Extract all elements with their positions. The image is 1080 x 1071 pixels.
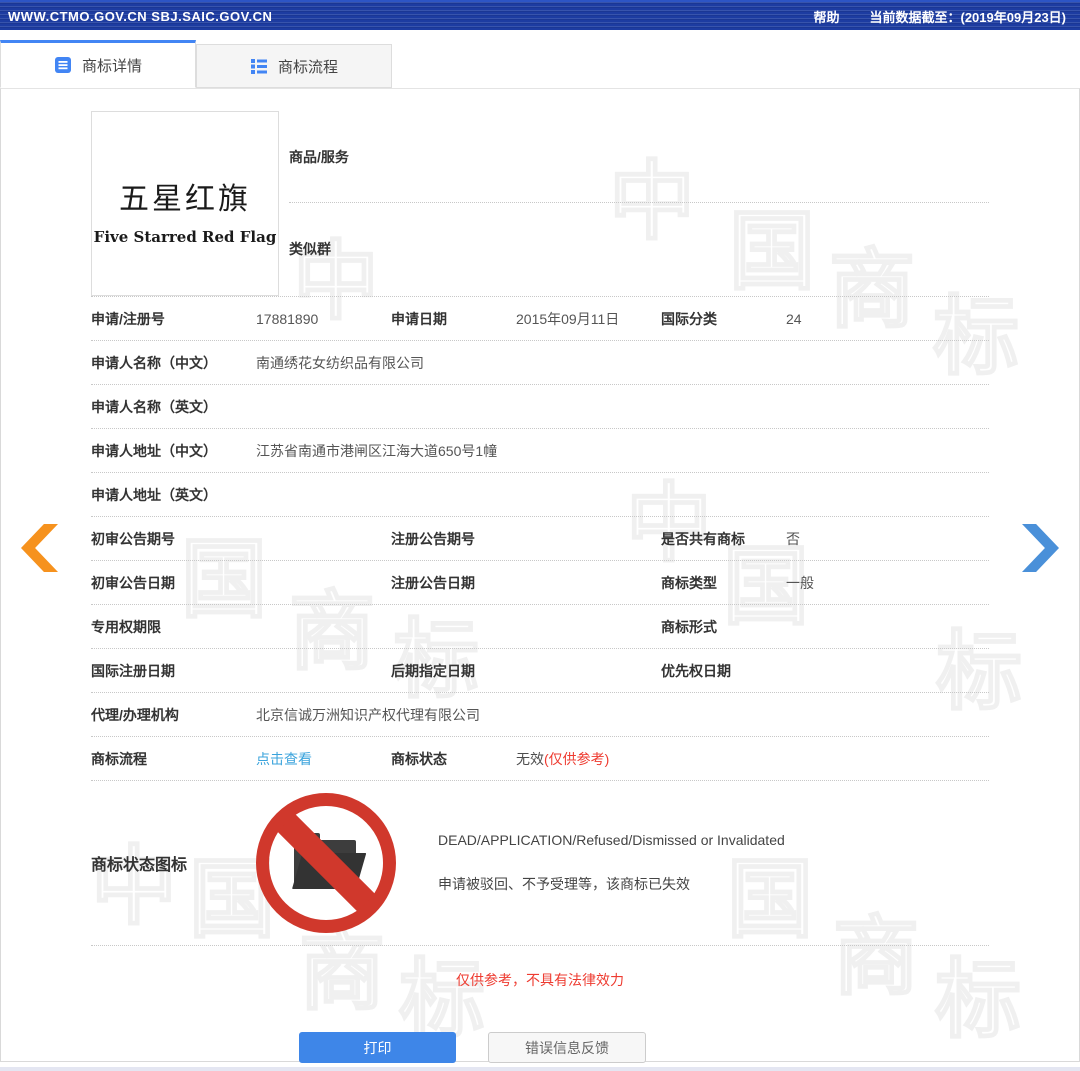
field-label: 商标形式: [661, 617, 786, 637]
status-line-en: DEAD/APPLICATION/Refused/Dismissed or In…: [438, 832, 785, 848]
table-row: 申请人地址（中文）江苏省南通市港闸区江海大道650号1幢: [91, 429, 989, 473]
field-label: 优先权日期: [661, 661, 786, 681]
document-icon: [54, 56, 72, 74]
bottom-strip: [0, 1067, 1080, 1071]
field-value: 一般: [786, 573, 814, 593]
field-value: 24: [786, 311, 802, 327]
field-label: 申请人名称（中文）: [91, 353, 256, 373]
list-icon: [250, 57, 268, 75]
error-feedback-button[interactable]: 错误信息反馈: [488, 1032, 646, 1063]
field-label: 商标类型: [661, 573, 786, 593]
field-label: 是否共有商标: [661, 529, 786, 549]
prohibition-circle: [256, 793, 396, 933]
field-label: 初审公告日期: [91, 573, 256, 593]
field-label: 专用权期限: [91, 617, 256, 637]
table-row: 初审公告期号 注册公告期号 是否共有商标否: [91, 517, 989, 561]
legal-disclaimer: 仅供参考，不具有法律效力: [91, 970, 989, 990]
table-row: 国际注册日期 后期指定日期 优先权日期: [91, 649, 989, 693]
field-value: 北京信诚万洲知识产权代理有限公司: [256, 705, 480, 725]
table-row: 代理/办理机构北京信诚万洲知识产权代理有限公司: [91, 693, 989, 737]
field-label: 后期指定日期: [391, 661, 516, 681]
field-value: 江苏省南通市港闸区江海大道650号1幢: [256, 441, 497, 461]
tab-trademark-detail-label: 商标详情: [82, 55, 142, 76]
field-label: 国际注册日期: [91, 661, 256, 681]
tab-trademark-detail[interactable]: 商标详情: [0, 40, 196, 88]
field-label: 注册公告日期: [391, 573, 516, 593]
field-label: 商标流程: [91, 749, 256, 769]
tab-bar: 商标详情 商标流程: [0, 30, 1080, 88]
trademark-name-en: Five Starred Red Flag: [92, 228, 278, 246]
status-icon-row: 商标状态图标 DEAD/APPLICATION/Refused/Dismisse…: [91, 781, 989, 946]
trademark-top-section: 五星红旗 Five Starred Red Flag 商品/服务 类似群: [91, 111, 989, 297]
table-row: 专用权期限 商标形式: [91, 605, 989, 649]
table-row: 申请人地址（英文）: [91, 473, 989, 517]
site-urls-link[interactable]: WWW.CTMO.GOV.CN SBJ.SAIC.GOV.CN: [0, 9, 272, 24]
status-description: DEAD/APPLICATION/Refused/Dismissed or In…: [438, 832, 785, 894]
field-value: 17881890: [256, 311, 318, 327]
data-cutoff-date: 当前数据截至：(2019年09月23日): [870, 7, 1067, 26]
trademark-meta: 商品/服务 类似群: [279, 111, 989, 296]
view-process-link[interactable]: 点击查看: [256, 749, 312, 769]
field-label: 申请人地址（英文）: [91, 485, 256, 505]
print-button[interactable]: 打印: [299, 1032, 456, 1063]
goods-services-label: 商品/服务: [289, 149, 349, 165]
field-label: 商标状态: [391, 749, 516, 769]
table-row: 初审公告日期 注册公告日期 商标类型一般: [91, 561, 989, 605]
field-label: 初审公告期号: [91, 529, 256, 549]
status-line-cn: 申请被驳回、不予受理等，该商标已失效: [438, 874, 785, 894]
field-value: 2015年09月11日: [516, 309, 619, 329]
top-header-bar: WWW.CTMO.GOV.CN SBJ.SAIC.GOV.CN 帮助 当前数据截…: [0, 0, 1080, 30]
table-row: 商标流程点击查看 商标状态无效(仅供参考): [91, 737, 989, 781]
field-label: 申请人地址（中文）: [91, 441, 256, 461]
field-label: 申请/注册号: [91, 309, 256, 329]
no-folder-prohibition-icon: [256, 793, 396, 933]
trademark-image: 五星红旗 Five Starred Red Flag: [91, 111, 279, 296]
field-label: 申请日期: [391, 309, 516, 329]
topbar-right: 帮助 当前数据截至：(2019年09月23日): [813, 7, 1080, 26]
similar-group-label: 类似群: [289, 241, 331, 257]
tab-trademark-process[interactable]: 商标流程: [196, 44, 392, 88]
tab-trademark-process-label: 商标流程: [278, 56, 338, 77]
trademark-detail-panel: 中国商标中国商标中国标中国商标国商标 五星红旗 Five Starred Red…: [0, 88, 1080, 1062]
trademark-name-cn: 五星红旗: [92, 174, 278, 218]
help-link[interactable]: 帮助: [813, 7, 839, 26]
trademark-status-value: 无效: [516, 749, 544, 769]
trademark-status-note: (仅供参考): [544, 749, 609, 769]
field-value: 南通绣花女纺织品有限公司: [256, 353, 424, 373]
table-row: 申请人名称（英文）: [91, 385, 989, 429]
field-label: 商标状态图标: [91, 851, 256, 875]
field-label: 国际分类: [661, 309, 786, 329]
table-row: 申请人名称（中文）南通绣花女纺织品有限公司: [91, 341, 989, 385]
field-label: 代理/办理机构: [91, 705, 256, 725]
table-row: 申请/注册号17881890 申请日期2015年09月11日 国际分类24: [91, 297, 989, 341]
action-buttons: 打印 错误信息反馈: [91, 1032, 989, 1063]
field-value: 否: [786, 529, 800, 549]
field-label: 注册公告期号: [391, 529, 516, 549]
field-label: 申请人名称（英文）: [91, 397, 256, 417]
